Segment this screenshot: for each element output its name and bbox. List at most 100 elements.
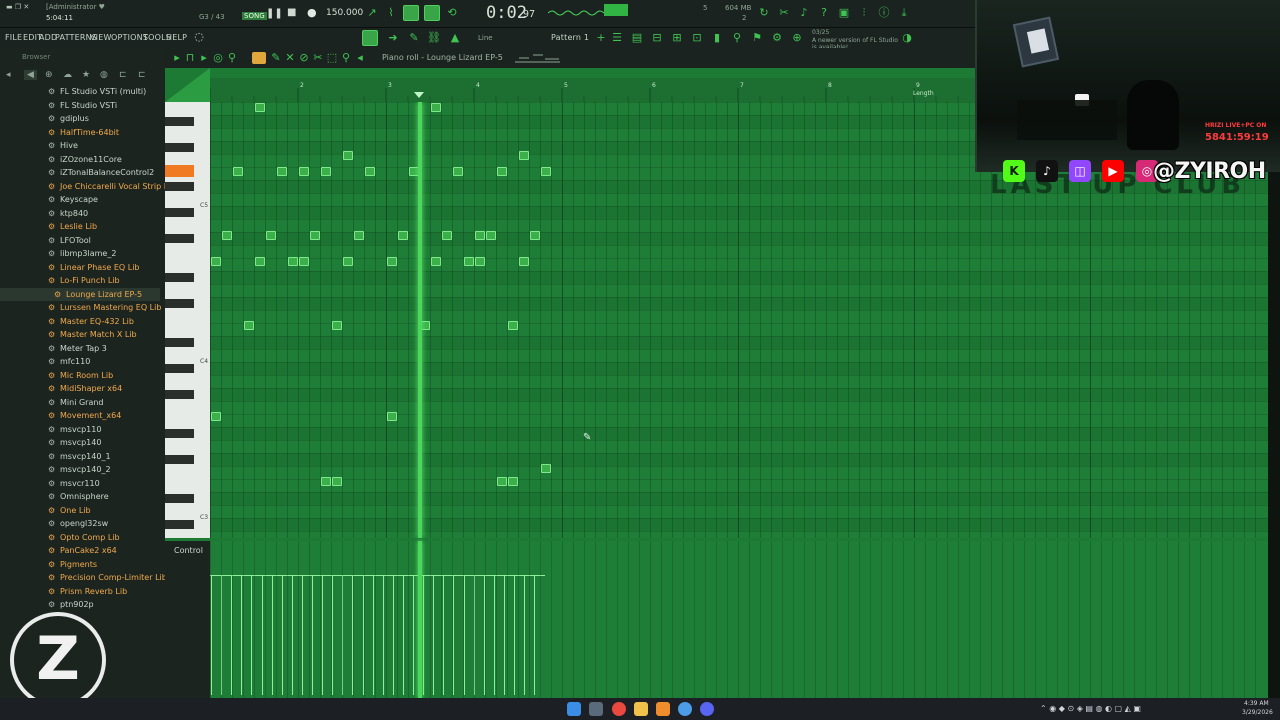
note[interactable] bbox=[255, 103, 265, 112]
play-icon[interactable]: ❚❚ bbox=[266, 8, 283, 19]
browser-cloud-icon[interactable]: ☁ bbox=[63, 70, 72, 80]
velocity-layer[interactable] bbox=[210, 541, 1268, 698]
tempo-display[interactable]: 150.000 bbox=[326, 8, 363, 18]
browser-tag-icon[interactable]: ⊏ bbox=[138, 70, 146, 80]
note[interactable] bbox=[211, 412, 221, 421]
snap-line-label[interactable]: Line bbox=[478, 34, 493, 42]
start-icon[interactable] bbox=[567, 702, 581, 716]
note[interactable] bbox=[222, 231, 232, 240]
browser-item[interactable]: ⚙ Master EQ-432 Lib bbox=[0, 315, 160, 329]
black-key[interactable] bbox=[165, 455, 194, 464]
mixer-view-icon[interactable]: ⊟ bbox=[650, 31, 664, 45]
velocity-bar[interactable] bbox=[493, 575, 495, 695]
mixer-icon[interactable]: ⫶ bbox=[857, 6, 871, 20]
pr-paint-icon[interactable]: ✎ bbox=[269, 51, 283, 65]
velocity-bar[interactable] bbox=[332, 575, 334, 695]
control-label[interactable]: Control bbox=[174, 546, 203, 555]
help-icon[interactable]: ? bbox=[817, 6, 831, 20]
black-key[interactable] bbox=[165, 299, 194, 308]
velocity-bar[interactable] bbox=[423, 575, 425, 695]
note[interactable] bbox=[343, 151, 353, 160]
velocity-bar[interactable] bbox=[534, 575, 536, 695]
browser-item[interactable]: ⚙ Hive bbox=[0, 139, 160, 153]
browser-item[interactable]: ⚙ Joe Chiccarelli Vocal Strip Lib bbox=[0, 180, 175, 194]
metronome-icon[interactable]: ↗ bbox=[365, 6, 379, 20]
menu-help[interactable]: HELP bbox=[166, 33, 187, 42]
note[interactable] bbox=[299, 167, 309, 176]
note[interactable] bbox=[398, 231, 408, 240]
clock-date[interactable]: 3/29/2026 bbox=[1242, 709, 1273, 716]
velocity-bar[interactable] bbox=[413, 575, 414, 695]
plugin-picker-icon[interactable]: ⚲ bbox=[730, 31, 744, 45]
browser-item[interactable]: ⚙ ptn902p bbox=[0, 598, 160, 612]
note[interactable] bbox=[508, 321, 518, 330]
undo-icon[interactable]: ↻ bbox=[757, 6, 771, 20]
pr-delete-icon[interactable]: ✕ bbox=[283, 51, 297, 65]
black-key[interactable] bbox=[165, 273, 194, 282]
cpu-dial-icon[interactable]: ◌ bbox=[192, 30, 206, 44]
playlist-snap-button[interactable] bbox=[362, 30, 378, 46]
note[interactable] bbox=[475, 231, 485, 240]
playlist-icon[interactable]: ☰ bbox=[610, 31, 624, 45]
black-key[interactable] bbox=[165, 390, 194, 399]
browser-item[interactable]: ⚙ Opto Comp Lib bbox=[0, 531, 160, 545]
record-icon[interactable]: ● bbox=[307, 6, 317, 19]
pr-wave-icon[interactable]: ◎ bbox=[211, 51, 225, 65]
pattern-selector[interactable]: Pattern 1 bbox=[551, 33, 589, 42]
black-key[interactable] bbox=[165, 364, 194, 373]
note[interactable] bbox=[497, 477, 507, 486]
cut-icon[interactable]: ✂ bbox=[777, 6, 791, 20]
pr-play-icon[interactable]: ▸ bbox=[197, 51, 211, 65]
note[interactable] bbox=[486, 231, 496, 240]
browser-item[interactable]: ⚙ Linear Phase EQ Lib bbox=[0, 261, 160, 275]
note[interactable] bbox=[541, 167, 551, 176]
black-key[interactable] bbox=[165, 429, 194, 438]
browser-item[interactable]: ⚙ msvcp140 bbox=[0, 436, 160, 450]
browser-globe-icon[interactable]: ⊕ bbox=[45, 70, 53, 80]
browser-item[interactable]: ⚙ ktp840 bbox=[0, 207, 160, 221]
menu-view[interactable]: VIEW bbox=[90, 33, 112, 42]
microphone-icon[interactable]: ♪ bbox=[797, 6, 811, 20]
browser-item[interactable]: ⚙ opengl32sw bbox=[0, 517, 160, 531]
browser-item[interactable]: ⚙ iZTonalBalanceControl2 bbox=[0, 166, 160, 180]
pr-tool-icon[interactable]: ⚲ bbox=[225, 51, 239, 65]
arrow-icon[interactable]: ➜ bbox=[386, 31, 400, 45]
black-key[interactable] bbox=[165, 117, 194, 126]
browser-item[interactable]: ⚙ Meter Tap 3 bbox=[0, 342, 160, 356]
pr-slice-icon[interactable]: ✂ bbox=[311, 51, 325, 65]
download-icon[interactable]: ⤓ bbox=[897, 6, 911, 20]
browser-item[interactable]: ⚙ Mic Room Lib bbox=[0, 369, 160, 383]
highlighted-key[interactable] bbox=[165, 165, 194, 177]
pencil-icon[interactable]: ✎ bbox=[407, 31, 421, 45]
piano-keyboard[interactable]: C5 C4 C3 bbox=[165, 102, 210, 538]
note[interactable] bbox=[310, 231, 320, 240]
browser-item[interactable]: ⚙ Pigments bbox=[0, 558, 160, 572]
note[interactable] bbox=[475, 257, 485, 266]
browser-item[interactable]: ⚙ Lo-Fi Punch Lib bbox=[0, 274, 160, 288]
length-marker[interactable]: Length bbox=[913, 90, 934, 97]
chrome-profile-icon[interactable] bbox=[678, 702, 692, 716]
browser-item[interactable]: ⚙ Precision Comp-Limiter Lib bbox=[0, 571, 167, 585]
loop-record-icon[interactable]: ⟲ bbox=[445, 6, 459, 20]
browser-item[interactable]: ⚙ Keyscape bbox=[0, 193, 160, 207]
note[interactable] bbox=[277, 167, 287, 176]
note[interactable] bbox=[431, 103, 441, 112]
window-controls[interactable]: ▬ ❐ ✕ bbox=[6, 3, 29, 11]
link-icon[interactable]: ⛓ bbox=[427, 31, 441, 45]
velocity-bar[interactable] bbox=[301, 575, 303, 695]
velocity-bar[interactable] bbox=[322, 575, 324, 695]
velocity-bar[interactable] bbox=[261, 575, 263, 695]
black-key[interactable] bbox=[165, 182, 194, 191]
note[interactable] bbox=[365, 167, 375, 176]
stamp-icon[interactable]: ▲ bbox=[448, 31, 462, 45]
note[interactable] bbox=[321, 477, 331, 486]
info-icon[interactable]: ⓘ bbox=[877, 6, 891, 20]
velocity-bar[interactable] bbox=[211, 575, 212, 695]
velocity-bar[interactable] bbox=[524, 575, 526, 695]
black-key[interactable] bbox=[165, 208, 194, 217]
velocity-bar[interactable] bbox=[514, 575, 515, 695]
browser-item[interactable]: ⚙ gdiplus bbox=[0, 112, 160, 126]
note[interactable] bbox=[299, 257, 309, 266]
velocity-bar[interactable] bbox=[433, 575, 435, 695]
browser-item[interactable]: ⚙ libmp3lame_2 bbox=[0, 247, 160, 261]
